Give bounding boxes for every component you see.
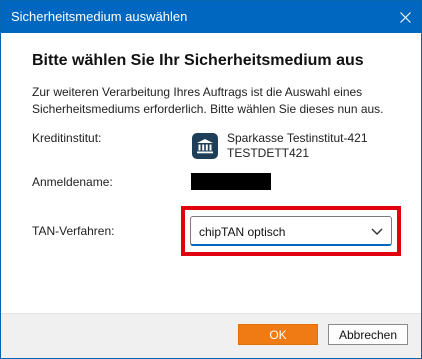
dialog-footer: OK Abbrechen bbox=[1, 313, 421, 358]
title-bar[interactable]: Sicherheitsmedium auswählen bbox=[1, 1, 421, 33]
window-title: Sicherheitsmedium auswählen bbox=[11, 9, 188, 24]
tan-method-value: chipTAN optisch bbox=[199, 225, 286, 239]
dialog-content: Bitte wählen Sie Ihr Sicherheitsmedium a… bbox=[1, 33, 421, 313]
bank-name: Sparkasse Testinstitut-421 bbox=[227, 131, 368, 145]
ok-button[interactable]: OK bbox=[238, 324, 318, 345]
bank-code: TESTDETT421 bbox=[227, 146, 310, 160]
login-label: Anmeldename: bbox=[32, 175, 113, 189]
dialog-description: Zur weiteren Verarbeitung Ihres Auftrags… bbox=[32, 85, 384, 116]
login-name-redacted bbox=[191, 173, 271, 190]
tan-method-select[interactable]: chipTAN optisch bbox=[190, 216, 392, 246]
dialog-heading: Bitte wählen Sie Ihr Sicherheitsmedium a… bbox=[32, 52, 364, 69]
bank-icon bbox=[192, 133, 218, 159]
close-icon bbox=[399, 11, 411, 23]
bank-label: Kreditinstitut: bbox=[32, 131, 102, 145]
dialog-window: Sicherheitsmedium auswählen Bitte wählen… bbox=[0, 0, 422, 359]
chevron-down-icon bbox=[371, 228, 383, 235]
cancel-button[interactable]: Abbrechen bbox=[328, 324, 408, 345]
tan-label: TAN-Verfahren: bbox=[32, 224, 115, 238]
close-button[interactable] bbox=[389, 1, 421, 33]
